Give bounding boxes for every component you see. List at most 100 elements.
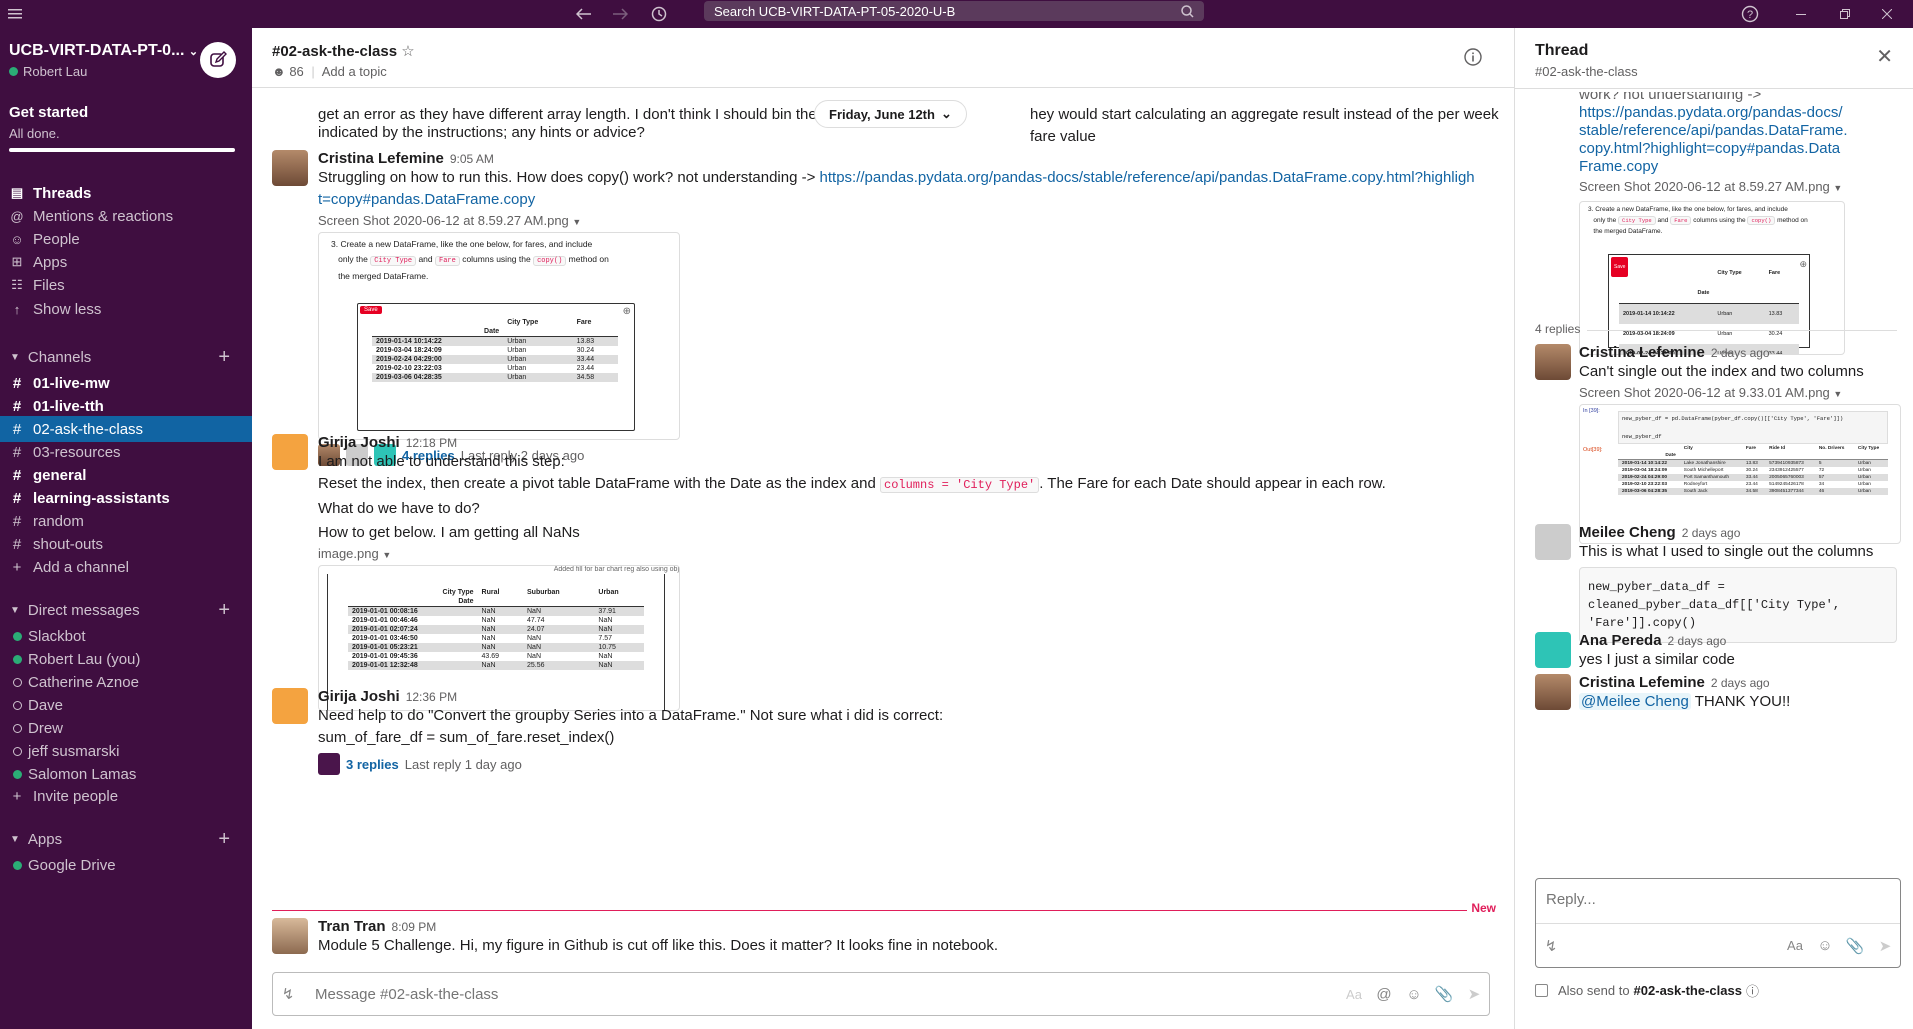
- channel-title[interactable]: #02-ask-the-class ☆: [272, 42, 415, 60]
- message-author[interactable]: Meilee Cheng: [1579, 524, 1676, 541]
- members-icon[interactable]: ☻: [272, 64, 286, 79]
- message-composer[interactable]: ↯ Aa @ ☺ 📎 ➤: [272, 972, 1490, 1016]
- add-channel-plus-icon[interactable]: +: [218, 346, 230, 369]
- emoji-icon[interactable]: ☺: [1810, 937, 1840, 954]
- sidebar-item-add-channel[interactable]: + Add a channel: [0, 554, 252, 580]
- file-name[interactable]: Screen Shot 2020-06-12 at 8.59.27 AM.png…: [1579, 178, 1899, 197]
- file-name[interactable]: image.png ▼: [318, 546, 1502, 561]
- file-name[interactable]: Screen Shot 2020-06-12 at 8.59.27 AM.png…: [318, 213, 1502, 228]
- pandas-copy-link[interactable]: https://pandas.pydata.org/pandas-docs/st…: [1579, 104, 1849, 176]
- message-time[interactable]: 8:09 PM: [392, 920, 437, 934]
- screenshot-image[interactable]: 3. Create a new DataFrame, like the one …: [318, 232, 680, 440]
- table-cell: 5149245426178: [1769, 482, 1804, 487]
- attach-icon[interactable]: 📎: [1429, 985, 1459, 1003]
- sidebar-item-label: Files: [33, 276, 65, 294]
- message-author[interactable]: Girija Joshi: [318, 434, 400, 451]
- channels-section-header[interactable]: ▼ Channels +: [0, 344, 252, 370]
- screenshot-image[interactable]: 3. Create a new DataFrame, like the one …: [1579, 201, 1845, 355]
- message-author[interactable]: Cristina Lefemine: [1579, 344, 1705, 361]
- get-started-title[interactable]: Get started: [9, 104, 88, 121]
- help-icon[interactable]: ⓘ: [1746, 981, 1759, 1000]
- message-time[interactable]: 12:18 PM: [406, 436, 457, 450]
- channel-details-icon[interactable]: [1464, 48, 1482, 66]
- back-arrow-icon[interactable]: [572, 0, 596, 28]
- star-icon[interactable]: ☆: [401, 43, 414, 60]
- add-topic-link[interactable]: Add a topic: [322, 64, 387, 79]
- member-count[interactable]: 86: [289, 64, 303, 79]
- add-app-plus-icon[interactable]: +: [218, 828, 230, 851]
- message-author[interactable]: Tran Tran: [318, 918, 386, 935]
- send-icon[interactable]: ➤: [1870, 937, 1900, 955]
- search-bar[interactable]: Search UCB-VIRT-DATA-PT-05-2020-U-B: [704, 1, 1204, 21]
- thread-channel[interactable]: #02-ask-the-class: [1535, 64, 1638, 79]
- history-icon[interactable]: [647, 0, 671, 28]
- message-author[interactable]: Cristina Lefemine: [318, 150, 444, 167]
- apps-section-header[interactable]: ▼ Apps +: [0, 826, 252, 852]
- avatar[interactable]: [272, 918, 308, 954]
- user-mention[interactable]: @Meilee Cheng: [1579, 693, 1691, 710]
- message-time[interactable]: 2 days ago: [1711, 346, 1770, 360]
- avatar[interactable]: [272, 688, 308, 724]
- avatar[interactable]: [272, 434, 308, 470]
- forward-arrow-icon[interactable]: [608, 0, 632, 28]
- workspace-name[interactable]: UCB-VIRT-DATA-PT-0... ⌄: [9, 42, 198, 60]
- dm-section-header[interactable]: ▼ Direct messages +: [0, 597, 252, 623]
- close-icon[interactable]: ✕: [1876, 44, 1893, 69]
- avatar[interactable]: [1535, 344, 1571, 380]
- also-send-option[interactable]: Also send to #02-ask-the-class ⓘ: [1535, 981, 1759, 1000]
- table-cell: South Jack: [1679, 488, 1742, 495]
- close-window-icon[interactable]: [1876, 0, 1898, 28]
- message-author[interactable]: Girija Joshi: [318, 688, 400, 705]
- sidebar-item-show-less[interactable]: ↑ Show less: [0, 296, 252, 322]
- lightning-shortcuts-icon[interactable]: ↯: [273, 985, 303, 1003]
- table-row: 2019-01-14 10:14:22 Lake Jonathanshire 13.…: [1618, 459, 1888, 467]
- table-cell: Rodneyfort: [1683, 482, 1708, 487]
- sidebar-item-google-drive[interactable]: Google Drive: [0, 852, 252, 878]
- formatting-icon[interactable]: Aa: [1780, 938, 1810, 953]
- file-name[interactable]: Screen Shot 2020-06-12 at 9.33.01 AM.png…: [1579, 385, 1897, 400]
- replies-link[interactable]: 3 replies: [346, 757, 399, 772]
- get-started-status: All done.: [9, 126, 60, 141]
- thread-summary[interactable]: 3 replies Last reply 1 day ago: [318, 753, 1502, 775]
- maximize-icon[interactable]: [1834, 0, 1856, 28]
- sidebar-item-files[interactable]: ☷ Files: [0, 272, 252, 298]
- avatar[interactable]: [1535, 674, 1571, 710]
- mention-icon[interactable]: @: [1369, 986, 1399, 1003]
- message-girija-2[interactable]: Girija Joshi 12:36 PM Need help to do "Co…: [272, 688, 1502, 775]
- attach-icon[interactable]: 📎: [1840, 937, 1870, 955]
- formatting-icon[interactable]: Aa: [1339, 987, 1369, 1002]
- message-tran[interactable]: Tran Tran 8:09 PM Module 5 Challenge. Hi,…: [272, 918, 1502, 968]
- lightning-shortcuts-icon[interactable]: ↯: [1536, 937, 1566, 955]
- compose-button[interactable]: [200, 42, 236, 78]
- help-icon[interactable]: ?: [1738, 0, 1762, 28]
- presence-active-icon: [9, 67, 18, 76]
- sidebar-item-invite[interactable]: + Invite people: [0, 783, 252, 809]
- message-girija-1[interactable]: Girija Joshi 12:18 PM I am not able to un…: [272, 434, 1502, 711]
- date-divider[interactable]: Friday, June 12th ⌄: [814, 100, 967, 128]
- reply-input[interactable]: [1546, 891, 1846, 908]
- message-author[interactable]: Ana Pereda: [1579, 632, 1662, 649]
- thread-reply-composer[interactable]: ↯ Aa ☺ 📎 ➤: [1535, 878, 1901, 968]
- message-time[interactable]: 2 days ago: [1711, 676, 1770, 690]
- avatar[interactable]: [1535, 632, 1571, 668]
- also-send-checkbox[interactable]: [1535, 984, 1548, 997]
- message-input[interactable]: [303, 985, 1339, 1003]
- code-screenshot-image[interactable]: In [39]: new_pyber_df = pd.DataFrame(pyb…: [1579, 404, 1901, 544]
- table-cell: 30.24: [1745, 468, 1758, 473]
- avatar[interactable]: [272, 150, 308, 186]
- message-cristina[interactable]: Cristina Lefemine 9:05 AM Struggling on h…: [272, 150, 1502, 466]
- send-icon[interactable]: ➤: [1459, 985, 1489, 1003]
- emoji-icon[interactable]: ☺: [1399, 986, 1429, 1003]
- avatar[interactable]: [1535, 524, 1571, 560]
- table-cell: Urban: [1857, 482, 1871, 487]
- message-time[interactable]: 9:05 AM: [450, 152, 494, 166]
- table-cell: 57: [1814, 474, 1854, 481]
- message-time[interactable]: 2 days ago: [1682, 526, 1741, 540]
- message-author[interactable]: Cristina Lefemine: [1579, 674, 1705, 691]
- message-time[interactable]: 2 days ago: [1668, 634, 1727, 648]
- menu-icon[interactable]: [4, 0, 26, 28]
- message-time[interactable]: 12:36 PM: [406, 690, 457, 704]
- minimize-icon[interactable]: [1790, 0, 1812, 28]
- add-dm-plus-icon[interactable]: +: [218, 599, 230, 622]
- table-cell: 2019-01-01 00:08:16: [348, 606, 478, 616]
